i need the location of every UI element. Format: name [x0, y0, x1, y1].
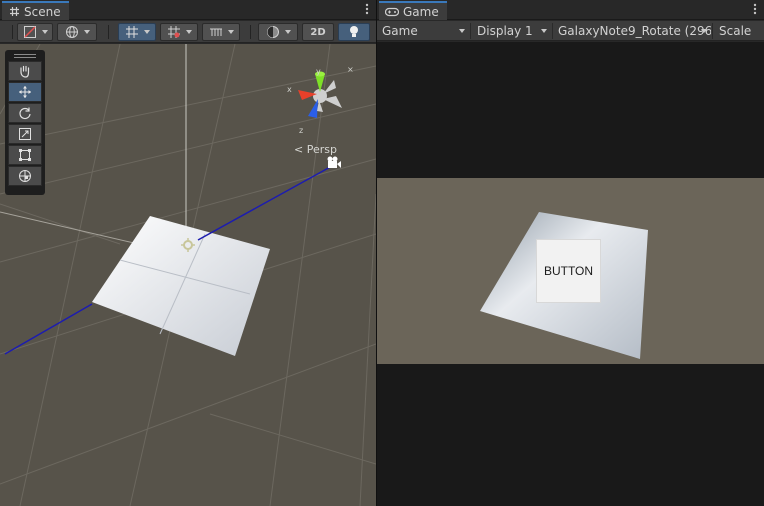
lightbulb-icon: [350, 26, 358, 37]
game-mode-label: Game: [382, 24, 418, 38]
game-mode-dropdown[interactable]: Game: [377, 21, 469, 41]
toolbar-separator: [12, 25, 13, 39]
toggle-2d-button[interactable]: 2D: [302, 23, 334, 41]
move-arrows-icon: [19, 86, 31, 98]
grid-snap-toggle[interactable]: [118, 23, 156, 41]
grid-snap-icon: [125, 26, 138, 38]
camera-icon[interactable]: [327, 156, 342, 169]
display-label: Display 1: [477, 24, 533, 38]
chevron-down-icon: [459, 29, 465, 33]
game-ui-button[interactable]: BUTTON: [536, 239, 601, 303]
scene-toolbar: 2D: [0, 21, 376, 43]
gizmo-axis-x-label: x: [287, 85, 292, 94]
scene-3d-view: y x z × < Persp: [0, 44, 376, 506]
tab-game-label: Game: [403, 4, 439, 19]
toolbar-separator: [470, 23, 471, 39]
game-toolbar: Game Display 1 GalaxyNote9_Rotate (296 S…: [377, 21, 764, 41]
scale-slider[interactable]: Scale: [714, 21, 764, 41]
transform-tool-button[interactable]: [8, 166, 42, 186]
chevron-down-icon: [83, 30, 90, 34]
move-tool-button[interactable]: [8, 82, 42, 102]
scale-tool-button[interactable]: [8, 124, 42, 144]
rect-transform-icon: [19, 149, 31, 161]
game-ui-button-label: BUTTON: [543, 264, 594, 278]
display-dropdown[interactable]: Display 1: [472, 21, 551, 41]
gizmo-axis-y-label: y: [316, 67, 321, 76]
chevron-down-icon: [284, 30, 291, 34]
scene-panel: Scene 2D y x z × < Persp: [0, 0, 376, 506]
rotate-icon: [19, 107, 31, 120]
game-panel: Game Game Display 1 GalaxyNote9_Rotate (…: [377, 0, 764, 506]
increment-snap-dropdown[interactable]: [202, 23, 240, 41]
palette-grip-icon[interactable]: [8, 52, 42, 60]
chevron-down-icon: [227, 30, 234, 34]
ruler-icon: [209, 28, 222, 36]
toggle-2d-label: 2D: [310, 26, 326, 38]
scene-tabbar: Scene: [0, 0, 376, 20]
scene-viewport[interactable]: y x z × < Persp: [0, 44, 376, 506]
gizmo-close-icon[interactable]: ×: [347, 65, 354, 74]
game-tabbar: Game: [377, 0, 764, 20]
resolution-label: GalaxyNote9_Rotate (296: [558, 24, 711, 38]
tab-scene-label: Scene: [24, 4, 61, 19]
hand-tool-button[interactable]: [8, 61, 42, 81]
tab-scene[interactable]: Scene: [2, 1, 69, 20]
scene-menu-icon[interactable]: [364, 3, 370, 17]
chevron-down-icon: [41, 30, 48, 34]
chevron-down-icon: [701, 29, 707, 33]
projection-mode-label[interactable]: < Persp: [294, 143, 337, 156]
gamepad-icon: [385, 6, 399, 18]
grid-icon: [167, 26, 180, 38]
orientation-gizmo[interactable]: [298, 71, 342, 119]
scale-icon: [19, 128, 31, 140]
sphere-icon: [266, 26, 279, 38]
game-menu-icon[interactable]: [752, 3, 758, 17]
hand-icon: [20, 65, 30, 78]
lighting-toggle[interactable]: [338, 23, 370, 41]
tab-game[interactable]: Game: [379, 1, 447, 20]
hash-icon: [8, 6, 20, 18]
gizmo-axis-z-label: z: [299, 126, 303, 135]
game-render-area[interactable]: BUTTON: [377, 178, 764, 364]
grid-visibility-dropdown[interactable]: [160, 23, 198, 41]
chevron-down-icon: [185, 30, 192, 34]
transform-icon: [19, 170, 31, 182]
draw-mode-dropdown[interactable]: [17, 23, 53, 41]
rotate-tool-button[interactable]: [8, 103, 42, 123]
globe-icon: [65, 26, 78, 38]
render-mode-dropdown[interactable]: [258, 23, 298, 41]
chevron-down-icon: [143, 30, 150, 34]
toolbar-separator: [712, 23, 713, 39]
tool-palette: [5, 50, 45, 195]
toolbar-separator: [108, 25, 109, 39]
camera-direction-line: [197, 165, 333, 241]
shaded-mode-icon: [23, 26, 36, 38]
chevron-down-icon: [541, 29, 547, 33]
global-dropdown[interactable]: [57, 23, 97, 41]
plane-object[interactable]: [92, 216, 270, 356]
game-viewport[interactable]: BUTTON: [377, 42, 764, 506]
rect-tool-button[interactable]: [8, 145, 42, 165]
toolbar-separator: [250, 25, 251, 39]
scale-label: Scale: [719, 24, 752, 38]
resolution-dropdown[interactable]: GalaxyNote9_Rotate (296: [553, 21, 711, 41]
